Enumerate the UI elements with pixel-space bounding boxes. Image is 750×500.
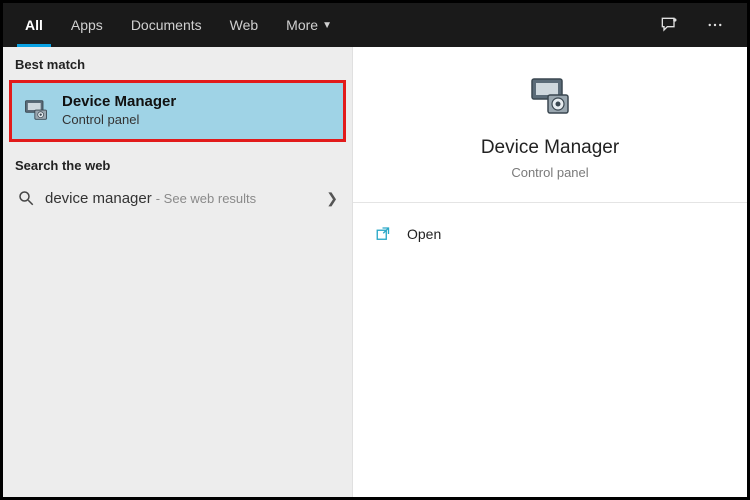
- preview-panel: Device Manager Control panel Open: [353, 47, 747, 497]
- chevron-down-icon: ▼: [322, 20, 332, 31]
- best-match-subtitle: Control panel: [62, 112, 176, 127]
- chevron-right-icon: ❯: [326, 190, 338, 207]
- search-window: All Apps Documents Web More ▼ Best match: [0, 0, 750, 500]
- preview-hero: Device Manager Control panel: [353, 47, 747, 203]
- tab-documents[interactable]: Documents: [117, 3, 216, 47]
- tab-label: Web: [230, 17, 259, 33]
- tab-label: More: [286, 17, 318, 33]
- device-manager-icon: [526, 73, 574, 121]
- open-action[interactable]: Open: [371, 217, 729, 251]
- best-match-result[interactable]: Device Manager Control panel: [9, 80, 346, 142]
- device-manager-icon: [22, 96, 50, 124]
- search-icon: [17, 189, 35, 207]
- web-query-text: device manager: [45, 190, 152, 207]
- open-icon: [375, 225, 393, 243]
- web-search-result[interactable]: device manager - See web results ❯: [3, 179, 352, 217]
- tab-web[interactable]: Web: [216, 3, 273, 47]
- search-web-heading: Search the web: [3, 148, 352, 179]
- tab-label: Documents: [131, 17, 202, 33]
- preview-subtitle: Control panel: [363, 165, 737, 180]
- feedback-icon[interactable]: [655, 11, 683, 39]
- best-match-heading: Best match: [3, 47, 352, 78]
- web-query-hint: - See web results: [156, 191, 256, 206]
- tab-label: All: [25, 17, 43, 33]
- preview-actions: Open: [353, 203, 747, 265]
- best-match-text: Device Manager Control panel: [62, 93, 176, 127]
- preview-title: Device Manager: [363, 137, 737, 159]
- tab-more[interactable]: More ▼: [272, 3, 346, 47]
- more-options-icon[interactable]: [701, 11, 729, 39]
- tab-apps[interactable]: Apps: [57, 3, 117, 47]
- best-match-title: Device Manager: [62, 93, 176, 110]
- search-scope-tabbar: All Apps Documents Web More ▼: [3, 3, 747, 47]
- results-panel: Best match Device Manager Control panel: [3, 47, 353, 497]
- tabbar-right-controls: [655, 11, 739, 39]
- tab-label: Apps: [71, 17, 103, 33]
- search-content: Best match Device Manager Control panel: [3, 47, 747, 497]
- tab-all[interactable]: All: [11, 3, 57, 47]
- open-label: Open: [407, 226, 441, 242]
